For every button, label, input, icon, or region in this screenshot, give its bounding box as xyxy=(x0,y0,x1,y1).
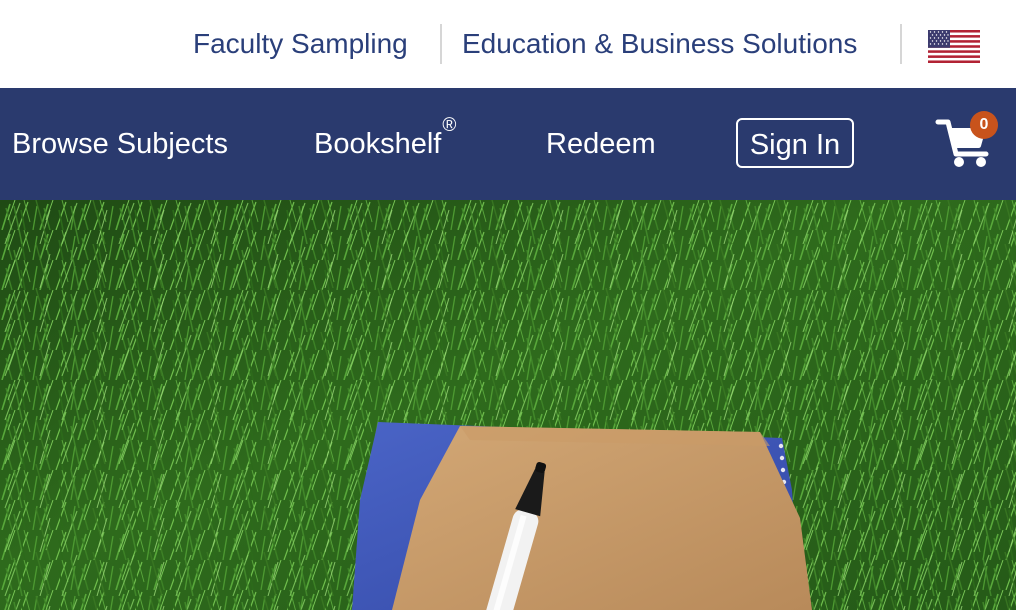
sign-in-button[interactable]: Sign In xyxy=(736,118,854,168)
us-flag-graphic xyxy=(928,30,980,63)
nav-redeem[interactable]: Redeem xyxy=(546,122,656,166)
faculty-sampling-link[interactable]: Faculty Sampling xyxy=(193,24,408,64)
utility-divider xyxy=(440,24,442,64)
us-flag-icon[interactable] xyxy=(928,30,980,63)
cart-count-badge: 0 xyxy=(970,111,998,139)
utility-bar: Faculty Sampling Education & Business So… xyxy=(0,0,1016,88)
nav-bookshelf-label: Bookshelf xyxy=(314,128,442,160)
nav-redeem-label: Redeem xyxy=(546,128,656,160)
notebook-on-grass-photo xyxy=(0,200,1016,610)
registered-mark: ® xyxy=(442,115,457,136)
nav-browse-subjects-label: Browse Subjects xyxy=(12,128,228,160)
utility-divider xyxy=(900,24,902,64)
nav-bookshelf[interactable]: Bookshelf® xyxy=(314,116,456,166)
hero-image xyxy=(0,200,1016,610)
education-business-solutions-link[interactable]: Education & Business Solutions xyxy=(462,24,857,64)
main-nav: Browse Subjects Bookshelf® Redeem Sign I… xyxy=(0,88,1016,200)
nav-browse-subjects[interactable]: Browse Subjects xyxy=(12,122,228,166)
